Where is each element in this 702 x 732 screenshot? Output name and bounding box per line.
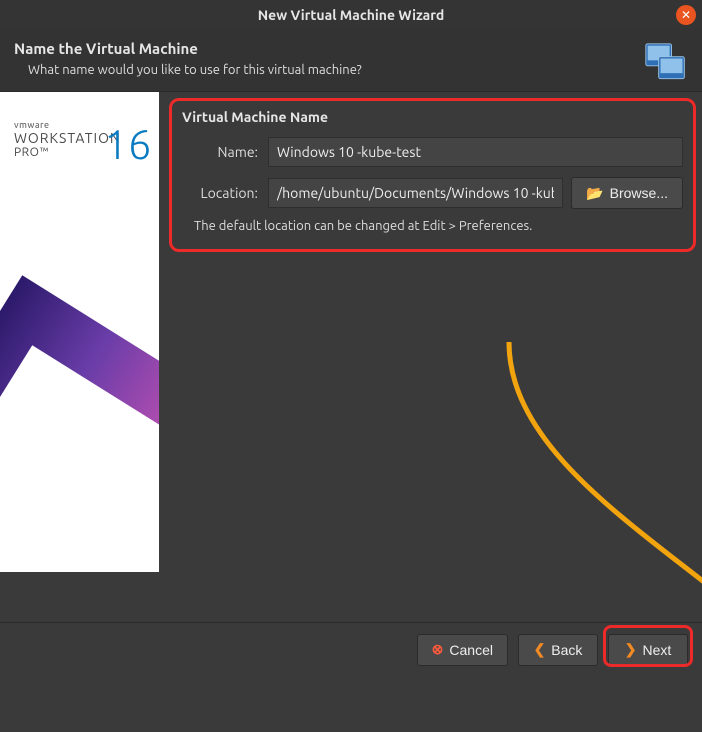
location-label: Location:: [182, 185, 268, 201]
next-button[interactable]: ❯ Next: [608, 634, 688, 666]
location-hint: The default location can be changed at E…: [194, 219, 683, 233]
cancel-button-label: Cancel: [449, 642, 493, 658]
wizard-header: Name the Virtual Machine What name would…: [0, 30, 702, 92]
cancel-icon: ⊗: [432, 641, 444, 658]
vm-location-input[interactable]: [268, 178, 563, 208]
vm-icon: [644, 42, 688, 86]
chevron-right-icon: ❯: [625, 641, 637, 658]
wizard-footer: ⊗ Cancel ❮ Back ❯ Next: [0, 622, 702, 676]
window-title: New Virtual Machine Wizard: [258, 7, 445, 23]
browse-button-label: Browse...: [610, 185, 668, 201]
name-row: Name:: [182, 137, 683, 167]
wizard-body: vmware WORKSTATION PRO™ 16 Virtual Machi…: [0, 92, 702, 648]
form-group-title: Virtual Machine Name: [182, 109, 683, 125]
brand-version: 16: [104, 120, 151, 167]
folder-icon: 📂: [586, 185, 603, 202]
next-button-label: Next: [642, 642, 671, 658]
vm-name-input[interactable]: [268, 137, 683, 167]
back-button[interactable]: ❮ Back: [518, 634, 598, 666]
wizard-main: Virtual Machine Name Name: Location: 📂 B…: [159, 92, 702, 648]
back-button-label: Back: [551, 642, 582, 658]
browse-button[interactable]: 📂 Browse...: [571, 177, 683, 209]
cancel-button[interactable]: ⊗ Cancel: [417, 634, 508, 666]
page-title: Name the Virtual Machine: [14, 40, 688, 57]
page-subtitle: What name would you like to use for this…: [28, 63, 688, 77]
location-row: Location: 📂 Browse...: [182, 177, 683, 209]
titlebar: New Virtual Machine Wizard ✕: [0, 0, 702, 30]
chevron-left-icon: ❮: [534, 641, 546, 658]
name-label: Name:: [182, 144, 268, 160]
close-button[interactable]: ✕: [676, 5, 696, 25]
annotation-highlight-box: Virtual Machine Name Name: Location: 📂 B…: [169, 98, 696, 252]
sidebar-brand-image: vmware WORKSTATION PRO™ 16: [0, 92, 159, 572]
close-icon: ✕: [681, 8, 691, 22]
